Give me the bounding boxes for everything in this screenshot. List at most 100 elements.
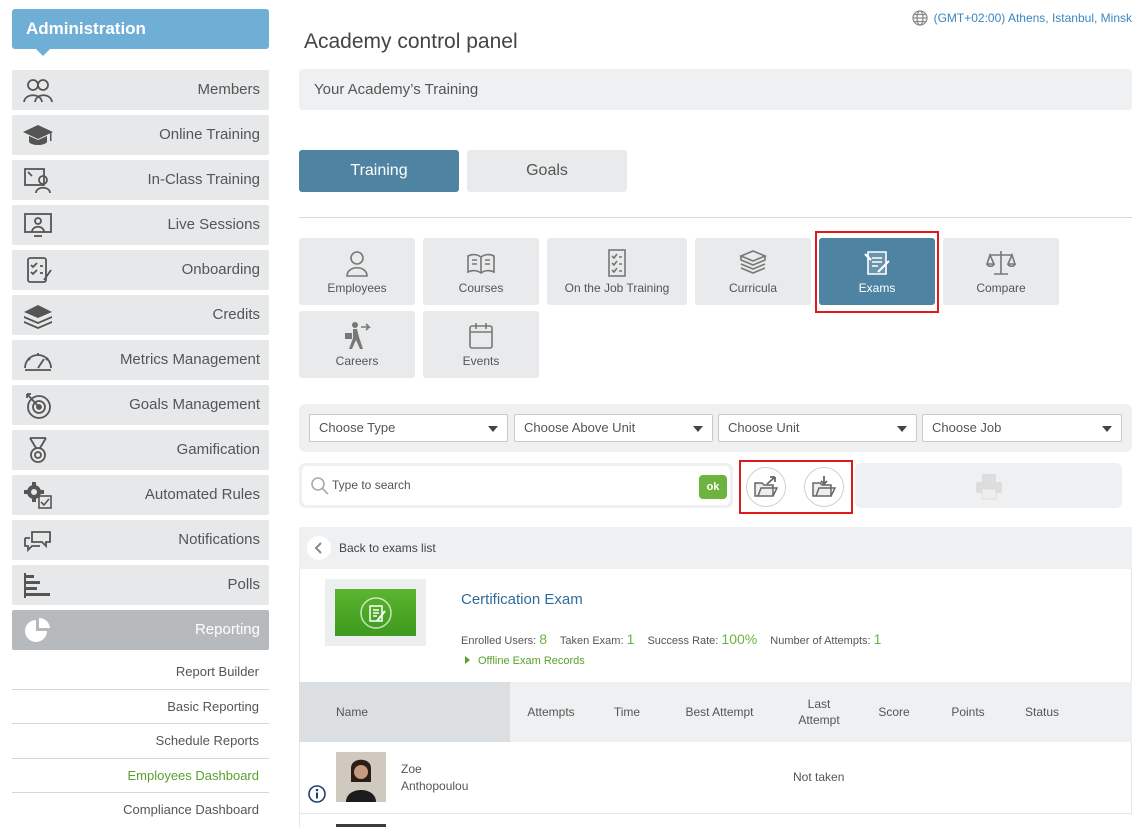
back-to-exams-link[interactable]: Back to exams list bbox=[299, 527, 1132, 569]
employee-name[interactable]: Zoe Anthopoulou bbox=[401, 761, 491, 795]
tile-employees[interactable]: Employees bbox=[299, 238, 415, 305]
onboarding-checklist-icon bbox=[22, 256, 54, 284]
search-input[interactable] bbox=[332, 474, 692, 496]
submenu-compliance-dashboard[interactable]: Compliance Dashboard bbox=[12, 793, 269, 827]
tab-training[interactable]: Training bbox=[299, 150, 459, 192]
sidebar-item-credits[interactable]: Credits bbox=[12, 295, 269, 335]
sidebar-item-label: Notifications bbox=[178, 531, 260, 548]
attempts-value: 1 bbox=[873, 631, 882, 647]
back-link-label: Back to exams list bbox=[339, 541, 436, 555]
sidebar-item-reporting[interactable]: Reporting bbox=[12, 610, 269, 650]
sidebar-item-label: Gamification bbox=[176, 441, 260, 458]
offline-exam-records-link[interactable]: Offline Exam Records bbox=[465, 655, 585, 667]
sidebar-item-label: Live Sessions bbox=[167, 216, 260, 233]
exam-thumbnail bbox=[325, 579, 426, 646]
tile-events[interactable]: Events bbox=[423, 311, 539, 378]
column-name[interactable]: Name bbox=[299, 682, 510, 742]
sidebar-item-automated-rules[interactable]: Automated Rules bbox=[12, 475, 269, 515]
unit-select-value: Choose Unit bbox=[728, 420, 800, 435]
tile-label: Careers bbox=[335, 354, 379, 368]
column-status[interactable]: Status bbox=[1007, 682, 1077, 742]
divider bbox=[299, 217, 1132, 218]
enrolled-value: 8 bbox=[539, 631, 548, 647]
above-unit-select[interactable]: Choose Above Unit bbox=[514, 414, 713, 442]
submenu-report-builder[interactable]: Report Builder bbox=[12, 655, 269, 690]
sidebar-item-label: In-Class Training bbox=[147, 171, 260, 188]
chevron-down-icon bbox=[1102, 426, 1112, 432]
job-select[interactable]: Choose Job bbox=[922, 414, 1122, 442]
tile-label: Courses bbox=[458, 281, 504, 295]
tile-on-the-job-training[interactable]: On the Job Training bbox=[547, 238, 687, 305]
sidebar-item-label: Automated Rules bbox=[144, 486, 260, 503]
scales-icon bbox=[943, 248, 1059, 278]
sidebar-item-in-class-training[interactable]: In-Class Training bbox=[12, 160, 269, 200]
sidebar-item-label: Reporting bbox=[194, 621, 260, 638]
column-best-attempt[interactable]: Best Attempt bbox=[662, 682, 777, 742]
sidebar-item-gamification[interactable]: Gamification bbox=[12, 430, 269, 470]
first-name: Zoe bbox=[401, 762, 422, 776]
sidebar-item-notifications[interactable]: Notifications bbox=[12, 520, 269, 560]
calendar-icon bbox=[423, 321, 539, 351]
sidebar-item-onboarding[interactable]: Onboarding bbox=[12, 250, 269, 290]
tile-label: Curricula bbox=[728, 281, 777, 295]
sidebar-item-label: Metrics Management bbox=[119, 351, 260, 368]
exam-stats: Enrolled Users: 8 Taken Exam: 1 Success … bbox=[461, 631, 891, 647]
submenu-employees-dashboard[interactable]: Employees Dashboard bbox=[12, 759, 269, 793]
column-points[interactable]: Points bbox=[929, 682, 1007, 742]
sidebar-item-metrics-management[interactable]: Metrics Management bbox=[12, 340, 269, 380]
tile-courses[interactable]: Courses bbox=[423, 238, 539, 305]
job-select-value: Choose Job bbox=[932, 420, 1002, 435]
medal-icon bbox=[22, 436, 54, 464]
person-icon bbox=[299, 248, 415, 278]
enrolled-label: Enrolled Users: bbox=[461, 635, 537, 647]
book-icon bbox=[423, 248, 539, 278]
info-icon[interactable] bbox=[308, 785, 326, 803]
print-bar bbox=[855, 463, 1122, 508]
print-icon[interactable] bbox=[973, 472, 1005, 500]
section-title: Your Academy’s Training bbox=[299, 69, 1132, 110]
sidebar-item-online-training[interactable]: Online Training bbox=[12, 115, 269, 155]
exam-thumbnail-image bbox=[335, 589, 416, 636]
sidebar-item-goals-management[interactable]: Goals Management bbox=[12, 385, 269, 425]
tile-label: Employees bbox=[327, 281, 387, 295]
submenu-schedule-reports[interactable]: Schedule Reports bbox=[12, 724, 269, 759]
timezone-link[interactable]: (GMT+02:00) Athens, Istanbul, Minsk bbox=[911, 10, 1132, 26]
search-bar: ok bbox=[299, 463, 733, 508]
tile-label: Compare bbox=[976, 281, 1026, 295]
timezone-label: (GMT+02:00) Athens, Istanbul, Minsk bbox=[933, 11, 1132, 25]
table-row[interactable] bbox=[299, 814, 1132, 827]
column-attempts[interactable]: Attempts bbox=[510, 682, 592, 742]
column-time[interactable]: Time bbox=[592, 682, 662, 742]
type-select[interactable]: Choose Type bbox=[309, 414, 508, 442]
sidebar-item-polls[interactable]: Polls bbox=[12, 565, 269, 605]
search-ok-button[interactable]: ok bbox=[699, 475, 727, 499]
attempts-label: Number of Attempts: bbox=[770, 635, 871, 647]
highlight-box-import-export bbox=[739, 460, 853, 514]
tile-careers[interactable]: Careers bbox=[299, 311, 415, 378]
results-table-header: Name Attempts Time Best Attempt Last Att… bbox=[299, 682, 1132, 742]
submenu-basic-reporting[interactable]: Basic Reporting bbox=[12, 690, 269, 724]
books-stack-icon bbox=[695, 248, 811, 278]
taken-value: 1 bbox=[626, 631, 635, 647]
sidebar-item-label: Goals Management bbox=[129, 396, 260, 413]
reporting-submenu: Report Builder Basic Reporting Schedule … bbox=[12, 655, 269, 827]
chevron-down-icon bbox=[488, 426, 498, 432]
tile-compare[interactable]: Compare bbox=[943, 238, 1059, 305]
filter-bar: Choose Type Choose Above Unit Choose Uni… bbox=[299, 404, 1132, 452]
unit-select[interactable]: Choose Unit bbox=[718, 414, 917, 442]
career-walker-icon bbox=[299, 321, 415, 351]
chevron-left-icon bbox=[307, 536, 331, 560]
table-row[interactable]: Zoe Anthopoulou Not taken bbox=[299, 742, 1132, 814]
target-icon bbox=[22, 391, 54, 419]
tile-curricula[interactable]: Curricula bbox=[695, 238, 811, 305]
exam-title[interactable]: Certification Exam bbox=[461, 591, 583, 608]
sidebar-item-members[interactable]: Members bbox=[12, 70, 269, 110]
sidebar-nav: Members Online Training In-Class Trainin… bbox=[12, 70, 269, 650]
success-label: Success Rate: bbox=[647, 635, 719, 647]
chevron-down-icon bbox=[693, 426, 703, 432]
column-last-attempt[interactable]: Last Attempt bbox=[783, 682, 855, 742]
tab-goals[interactable]: Goals bbox=[467, 150, 627, 192]
column-score[interactable]: Score bbox=[859, 682, 929, 742]
administration-header[interactable]: Administration bbox=[12, 9, 269, 56]
sidebar-item-live-sessions[interactable]: Live Sessions bbox=[12, 205, 269, 245]
